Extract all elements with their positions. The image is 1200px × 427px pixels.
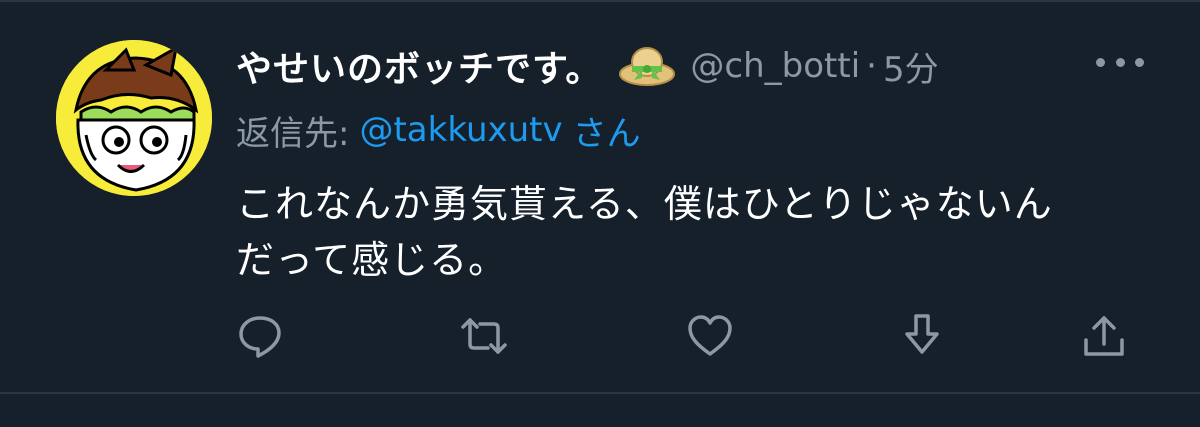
straw-hat-icon: [618, 42, 676, 90]
reply-suffix: さん: [572, 113, 641, 154]
reply-prefix: 返信先:: [236, 113, 350, 154]
retweet-button[interactable]: [460, 312, 508, 360]
like-button[interactable]: [686, 312, 734, 360]
timestamp[interactable]: 5分: [883, 42, 939, 91]
tweet-text-line: これなんか勇気貰える、僕はひとりじゃないん: [236, 182, 1053, 226]
share-icon: [1084, 316, 1124, 356]
share-button[interactable]: [1080, 312, 1128, 360]
tweet-header: やせいのボッチです。 @ch_botti · 5分: [236, 38, 939, 94]
reply-button[interactable]: [236, 312, 284, 360]
bottom-divider: [0, 392, 1200, 394]
tweet-text: これなんか勇気貰える、僕はひとりじゃないん だって感じる。: [236, 176, 1136, 288]
reply-icon: [239, 316, 281, 358]
display-name[interactable]: やせいのボッチです。: [236, 40, 602, 92]
top-divider: [0, 0, 1200, 2]
tweet-text-line: だって感じる。: [236, 238, 508, 282]
more-options-icon[interactable]: [1096, 54, 1144, 70]
reply-user-link[interactable]: @takkuxutv: [359, 110, 562, 150]
separator-dot: ·: [866, 46, 877, 86]
download-button[interactable]: [898, 312, 946, 360]
handle[interactable]: @ch_botti: [690, 46, 860, 86]
download-icon: [905, 314, 939, 354]
retweet-icon: [461, 318, 507, 354]
avatar-illustration: [56, 40, 212, 196]
avatar[interactable]: [56, 40, 212, 196]
heart-icon: [688, 315, 732, 356]
reply-context: 返信先: @takkuxutv さん: [236, 106, 641, 154]
